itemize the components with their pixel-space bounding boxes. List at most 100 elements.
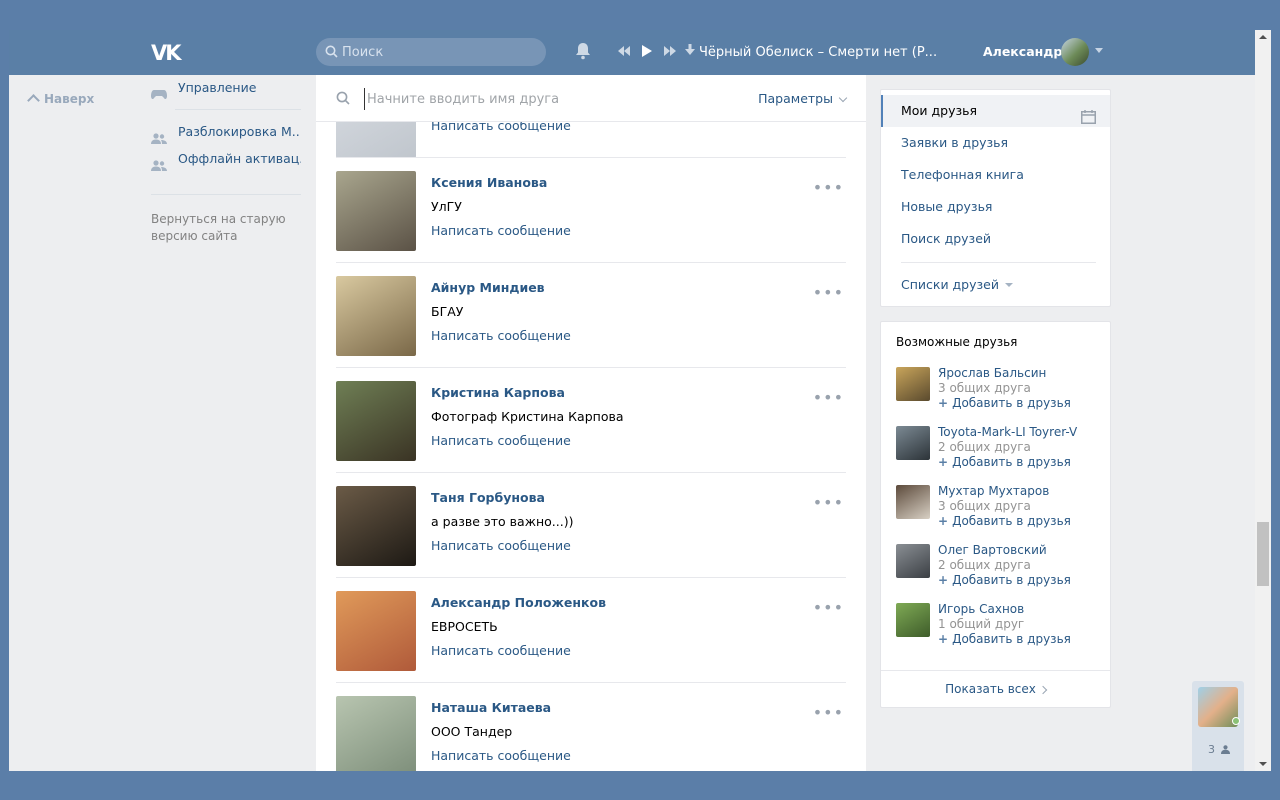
sidebar-item-unlock[interactable]: Разблокировка М..	[151, 118, 301, 145]
write-message-link[interactable]: Написать сообщение	[431, 538, 571, 553]
write-message-link[interactable]: Написать сообщение	[431, 328, 571, 343]
chat-friends-count[interactable]: 3	[1208, 743, 1230, 756]
back-to-top-label: Наверх	[44, 92, 95, 106]
possible-friend-name[interactable]: Мухтар Мухтаров	[938, 484, 1049, 498]
add-friend-button[interactable]: + Добавить в друзья	[938, 632, 1071, 646]
nav-divider	[901, 262, 1096, 263]
possible-friends-block: Возможные друзья Ярослав Бальсин 3 общих…	[880, 321, 1111, 708]
people-icon	[151, 153, 167, 172]
online-indicator	[1232, 717, 1240, 725]
possible-friend-photo[interactable]	[896, 544, 930, 578]
old-site-link[interactable]: Вернуться на старую версию сайта	[151, 211, 291, 245]
global-search-input[interactable]	[342, 38, 532, 66]
add-friend-button[interactable]: + Добавить в друзья	[938, 396, 1071, 410]
write-message-link[interactable]: Написать сообщение	[431, 433, 571, 448]
friend-photo[interactable]	[336, 696, 416, 771]
sidebar-item-offline-activation[interactable]: Оффлайн активац..	[151, 145, 301, 172]
possible-friend-photo[interactable]	[896, 367, 930, 401]
write-message-link[interactable]: Написать сообщение	[431, 748, 571, 763]
person-icon	[1220, 745, 1230, 754]
friend-photo[interactable]	[336, 381, 416, 461]
friend-photo[interactable]	[336, 171, 416, 251]
possible-friend-photo[interactable]	[896, 485, 930, 519]
friends-list: Написать сообщение Ксения Иванова УлГУ Н…	[316, 78, 866, 771]
common-friends-count[interactable]: 2 общих друга	[938, 440, 1031, 454]
top-header: VK Чёрный Обелиск – Смерти нет (Р... Але…	[9, 30, 1255, 75]
friends-list-panel: Параметры Написать сообщение Ксения Иван…	[316, 75, 866, 771]
write-message-link[interactable]: Написать сообщение	[431, 643, 571, 658]
possible-friend-photo[interactable]	[896, 603, 930, 637]
people-icon	[151, 126, 167, 145]
nav-phone-book[interactable]: Телефонная книга	[881, 159, 1110, 191]
add-friend-button[interactable]: + Добавить в друзья	[938, 455, 1071, 469]
parameters-dropdown[interactable]: Параметры	[758, 91, 848, 106]
show-all-link[interactable]: Показать всех	[881, 670, 1110, 707]
common-friends-count[interactable]: 2 общих друга	[938, 558, 1031, 572]
friend-row: Ксения Иванова УлГУ Написать сообщение •…	[316, 158, 866, 263]
more-actions-icon[interactable]: •••	[813, 283, 844, 302]
friend-subtitle: УлГУ	[431, 199, 462, 214]
friend-subtitle: ООО Тандер	[431, 724, 513, 739]
friend-name[interactable]: Наташа Китаева	[431, 700, 551, 715]
possible-friend-name[interactable]: Toyota-Mark-LI Toyrer-V	[938, 425, 1077, 439]
play-icon[interactable]	[641, 44, 653, 62]
friend-name[interactable]: Кристина Карпова	[431, 385, 565, 400]
more-actions-icon[interactable]: •••	[813, 598, 844, 617]
add-friend-label: Добавить в друзья	[952, 455, 1071, 469]
global-search[interactable]	[316, 38, 546, 66]
nav-find-friends[interactable]: Поиск друзей	[881, 223, 1110, 255]
vk-logo[interactable]: VK	[151, 41, 185, 65]
more-actions-icon[interactable]: •••	[813, 493, 844, 512]
parameters-label: Параметры	[758, 91, 833, 106]
plus-icon: +	[938, 455, 949, 469]
back-to-top-link[interactable]: Наверх	[27, 92, 95, 107]
friend-row: Наташа Китаева ООО Тандер Написать сообщ…	[316, 683, 866, 771]
page-scrollbar[interactable]	[1255, 30, 1271, 771]
scroll-up-arrow-icon[interactable]	[1259, 35, 1267, 39]
add-friend-label: Добавить в друзья	[952, 396, 1071, 410]
nav-item-label: Списки друзей	[901, 277, 999, 292]
add-friend-button[interactable]: + Добавить в друзья	[938, 573, 1071, 587]
notifications-bell-icon[interactable]	[575, 42, 591, 64]
possible-friend-name[interactable]: Игорь Сахнов	[938, 602, 1024, 616]
friend-subtitle: БГАУ	[431, 304, 464, 319]
possible-friend-photo[interactable]	[896, 426, 930, 460]
profile-name[interactable]: Александр	[983, 44, 1062, 59]
profile-menu-chevron-icon[interactable]	[1095, 48, 1103, 53]
scroll-down-arrow-icon[interactable]	[1259, 762, 1267, 766]
possible-friend-name[interactable]: Олег Вартовский	[938, 543, 1047, 557]
download-icon[interactable]	[685, 44, 695, 60]
friend-photo[interactable]	[336, 276, 416, 356]
profile-avatar[interactable]	[1061, 38, 1089, 66]
chevron-down-icon	[838, 93, 848, 103]
next-track-icon[interactable]	[663, 45, 677, 61]
common-friends-count[interactable]: 3 общих друга	[938, 499, 1031, 513]
nav-new-friends[interactable]: Новые друзья	[881, 191, 1110, 223]
add-friend-button[interactable]: + Добавить в друзья	[938, 514, 1071, 528]
common-friends-count[interactable]: 3 общих друга	[938, 381, 1031, 395]
friend-photo[interactable]	[336, 591, 416, 671]
friend-photo[interactable]	[336, 486, 416, 566]
common-friends-count[interactable]: 1 общий друг	[938, 617, 1024, 631]
possible-friend-name[interactable]: Ярослав Бальсин	[938, 366, 1046, 380]
more-actions-icon[interactable]: •••	[813, 178, 844, 197]
sidebar-item-management[interactable]: Управление	[151, 74, 301, 101]
current-track[interactable]: Чёрный Обелиск – Смерти нет (Р...	[685, 44, 937, 60]
friend-name[interactable]: Айнур Миндиев	[431, 280, 545, 295]
friend-search-input[interactable]	[364, 88, 744, 110]
more-actions-icon[interactable]: •••	[813, 388, 844, 407]
nav-friend-requests[interactable]: Заявки в друзья	[881, 127, 1110, 159]
chat-widget[interactable]: 3	[1192, 681, 1244, 771]
friend-name[interactable]: Ксения Иванова	[431, 175, 547, 190]
more-actions-icon[interactable]: •••	[813, 703, 844, 722]
plus-icon: +	[938, 573, 949, 587]
friend-name[interactable]: Таня Горбунова	[431, 490, 545, 505]
friend-name[interactable]: Александр Положенков	[431, 595, 606, 610]
scrollbar-thumb[interactable]	[1257, 522, 1269, 586]
nav-my-friends[interactable]: Мои друзья	[881, 95, 1110, 127]
previous-track-icon[interactable]	[617, 45, 631, 61]
write-message-link[interactable]: Написать сообщение	[431, 223, 571, 238]
nav-friend-lists[interactable]: Списки друзей	[881, 269, 1110, 301]
friend-subtitle: а разве это важно...))	[431, 514, 574, 529]
chevron-up-icon	[27, 94, 40, 107]
